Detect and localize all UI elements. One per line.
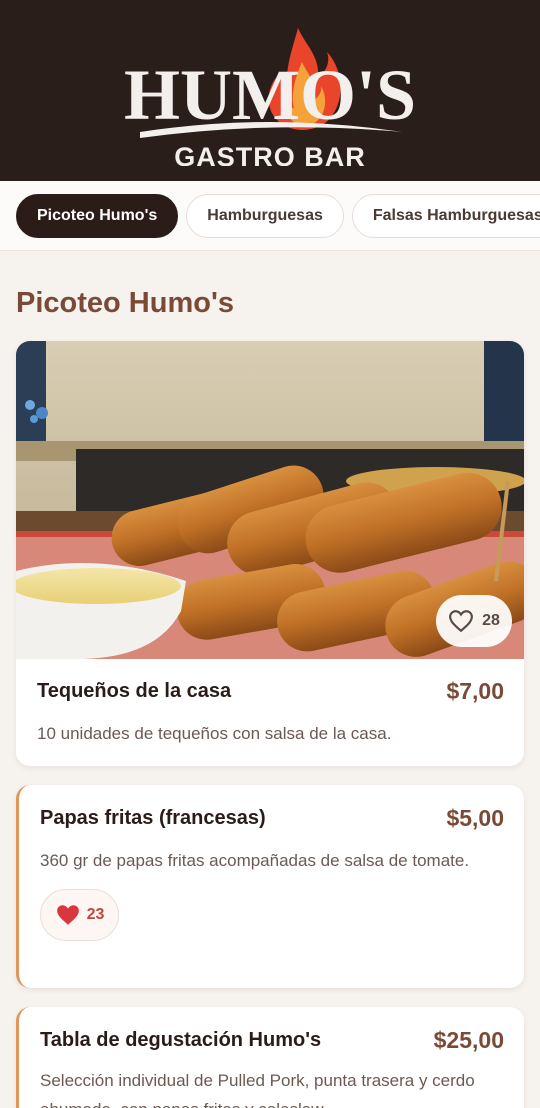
- heart-outline-icon: [449, 610, 474, 633]
- menu-item-card[interactable]: Papas fritas (francesas) $5,00 360 gr de…: [16, 785, 524, 988]
- brand-logo[interactable]: HUMO'S GASTRO BAR: [120, 16, 420, 166]
- logo-sub-text: GASTRO BAR: [174, 142, 366, 166]
- tab-picoteo[interactable]: Picoteo Humo's: [16, 193, 179, 238]
- tequenos-photo: 28: [16, 341, 524, 659]
- item-name: Tequeños de la casa: [37, 679, 232, 702]
- item-price: $25,00: [433, 1027, 504, 1053]
- item-name: Papas fritas (francesas): [40, 807, 266, 829]
- menu-item-card[interactable]: 28 Tequeños de la casa $7,00 10 unidades…: [16, 341, 524, 766]
- item-description: Selección individual de Pulled Pork, pun…: [40, 1071, 475, 1108]
- menu-content: Picoteo Humo's 28 Tequeños de la casa $7…: [0, 286, 540, 1108]
- menu-item-card[interactable]: Tabla de degustación Humo's $25,00 Selec…: [16, 1007, 524, 1108]
- tab-hamburguesas[interactable]: Hamburguesas: [186, 193, 344, 238]
- like-button[interactable]: 28: [436, 595, 512, 647]
- item-header: Tabla de degustación Humo's $25,00: [19, 1007, 524, 1054]
- heart-filled-icon: [56, 905, 79, 925]
- category-tabs: Picoteo Humo's Hamburguesas Falsas Hambu…: [0, 181, 540, 251]
- like-count: 23: [86, 906, 105, 923]
- item-price: $5,00: [446, 805, 504, 831]
- item-price: $7,00: [446, 677, 504, 704]
- like-button[interactable]: 23: [40, 889, 119, 941]
- like-count: 28: [482, 612, 500, 629]
- section-title: Picoteo Humo's: [16, 287, 234, 319]
- tab-falsas-hamburguesas[interactable]: Falsas Hamburguesas: [351, 193, 540, 238]
- item-header: Papas fritas (francesas) $5,00: [19, 785, 524, 832]
- item-description: 360 gr de papas fritas acompañadas de sa…: [40, 851, 470, 870]
- item-name: Tabla de degustación Humo's: [40, 1029, 322, 1051]
- item-description: 10 unidades de tequeños con salsa de la …: [37, 724, 392, 743]
- app-header: HUMO'S GASTRO BAR: [0, 0, 540, 181]
- item-header: Tequeños de la casa $7,00: [16, 659, 524, 704]
